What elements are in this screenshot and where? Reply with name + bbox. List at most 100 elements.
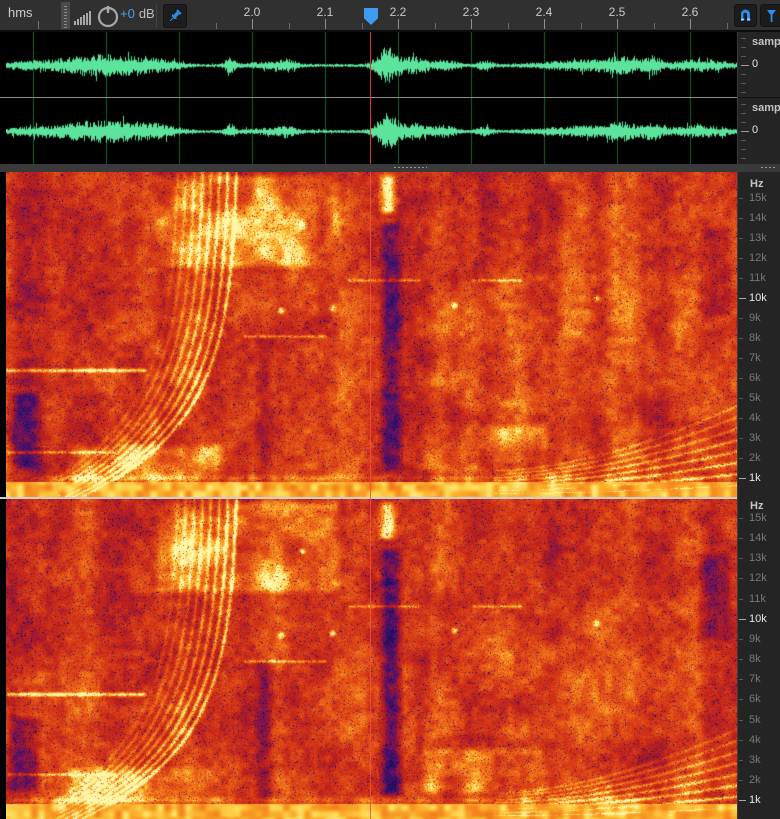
ruler-channel-separator	[738, 97, 780, 98]
amplitude-tick	[741, 92, 746, 93]
frequency-label: 11k	[749, 272, 766, 284]
frequency-tick	[739, 578, 743, 579]
frequency-tick	[739, 198, 743, 199]
vertical-rulers[interactable]: samp0samp0Hz15k14k13k12k11k10k9k8k7k6k5k…	[737, 32, 780, 819]
frequency-label: 5k	[749, 714, 761, 726]
channel-separator	[0, 97, 737, 98]
pane-divider[interactable]	[0, 164, 780, 172]
frequency-tick	[739, 619, 746, 620]
razor-pin-icon	[764, 8, 779, 23]
frequency-label: 13k	[749, 552, 767, 564]
frequency-tick	[739, 458, 743, 459]
frequency-tick	[739, 478, 746, 479]
frequency-label: 3k	[749, 754, 761, 766]
frequency-label: 4k	[749, 412, 761, 424]
frequency-label: 7k	[749, 352, 761, 364]
amplitude-tick	[741, 113, 746, 114]
frequency-tick	[739, 378, 743, 379]
frequency-label: 4k	[749, 734, 761, 746]
frequency-label: 9k	[749, 312, 761, 324]
frequency-tick	[739, 740, 743, 741]
ruler-tick-major	[398, 19, 399, 29]
frequency-label: 13k	[749, 232, 767, 244]
amplitude-tick	[741, 38, 746, 39]
frequency-label: 10k	[749, 613, 767, 625]
amplitude-tick	[741, 47, 746, 48]
ruler-tick-minor	[581, 23, 582, 29]
frequency-tick	[739, 218, 743, 219]
amplitude-tick	[741, 158, 746, 159]
amplitude-tick	[741, 140, 746, 141]
amplitude-tick	[741, 83, 746, 84]
ruler-tick-major	[325, 19, 326, 29]
divider-grip[interactable]	[393, 166, 427, 170]
time-label: 2.4	[529, 5, 559, 19]
frequency-tick	[739, 679, 743, 680]
divider-grip-right[interactable]	[760, 166, 776, 170]
frequency-label: 8k	[749, 332, 761, 344]
ruler-tick-major	[617, 19, 618, 29]
frequency-tick	[739, 238, 743, 239]
frequency-tick	[739, 699, 743, 700]
amplitude-tick	[741, 122, 746, 123]
frequency-label: 14k	[749, 532, 767, 544]
time-label: 2.3	[456, 5, 486, 19]
time-label: 2.5	[602, 5, 632, 19]
amplitude-tick	[741, 65, 749, 66]
time-label: 2.2	[383, 5, 413, 19]
amplitude-tick	[741, 131, 749, 132]
ruler-tick-minor	[654, 23, 655, 29]
frequency-label: 15k	[749, 192, 767, 204]
playhead-line-spectrogram	[370, 172, 371, 819]
frequency-tick	[739, 780, 743, 781]
ruler-tick-major	[252, 19, 253, 29]
frequency-label: 3k	[749, 432, 761, 444]
ruler-tick-major	[690, 19, 691, 29]
frequency-tick	[739, 720, 743, 721]
spectrogram-channel-divider[interactable]	[0, 497, 737, 499]
spectrogram-channel-1[interactable]	[6, 172, 737, 497]
frequency-tick	[739, 398, 743, 399]
frequency-label: 2k	[749, 452, 761, 464]
frequency-label: 10k	[749, 292, 767, 304]
frequency-tick	[739, 278, 743, 279]
amplitude-tick	[741, 104, 746, 105]
frequency-tick	[739, 298, 746, 299]
amplitude-tick	[741, 56, 746, 57]
razor-pin-button[interactable]	[760, 4, 780, 27]
frequency-unit-label: Hz	[750, 178, 763, 190]
frequency-tick	[739, 418, 743, 419]
amplitude-zero-label: 0	[752, 124, 758, 136]
ruler-tick-minor	[727, 23, 728, 29]
amplitude-zero-label: 0	[752, 58, 758, 70]
frequency-tick	[739, 599, 743, 600]
ruler-tick-major	[471, 19, 472, 29]
frequency-tick	[739, 659, 743, 660]
time-label: 2.0	[237, 5, 267, 19]
frequency-unit-label: Hz	[750, 500, 763, 512]
ruler-tick-minor	[435, 23, 436, 29]
audio-editor-window: hms +0dB	[0, 0, 780, 819]
amplitude-unit-label: samp	[752, 36, 780, 48]
frequency-tick	[739, 318, 743, 319]
ruler-tick-minor	[289, 23, 290, 29]
amplitude-tick	[741, 149, 746, 150]
waveform-channel-1[interactable]	[6, 32, 737, 97]
frequency-label: 7k	[749, 673, 761, 685]
ruler-tick-minor	[362, 23, 363, 29]
frequency-tick	[739, 338, 743, 339]
frequency-label: 12k	[749, 252, 767, 264]
spectrogram-channel-2[interactable]	[6, 499, 737, 819]
frequency-label: 14k	[749, 212, 767, 224]
frequency-tick	[739, 760, 743, 761]
amplitude-tick	[741, 74, 746, 75]
playhead-line-waveform	[370, 32, 371, 164]
magnet-button[interactable]	[734, 4, 757, 27]
frequency-label: 11k	[749, 593, 766, 605]
waveform-channel-2[interactable]	[6, 98, 737, 164]
frequency-label: 2k	[749, 774, 761, 786]
frequency-tick	[739, 538, 743, 539]
frequency-tick	[739, 800, 746, 801]
frequency-tick	[739, 358, 743, 359]
frequency-tick	[739, 639, 743, 640]
